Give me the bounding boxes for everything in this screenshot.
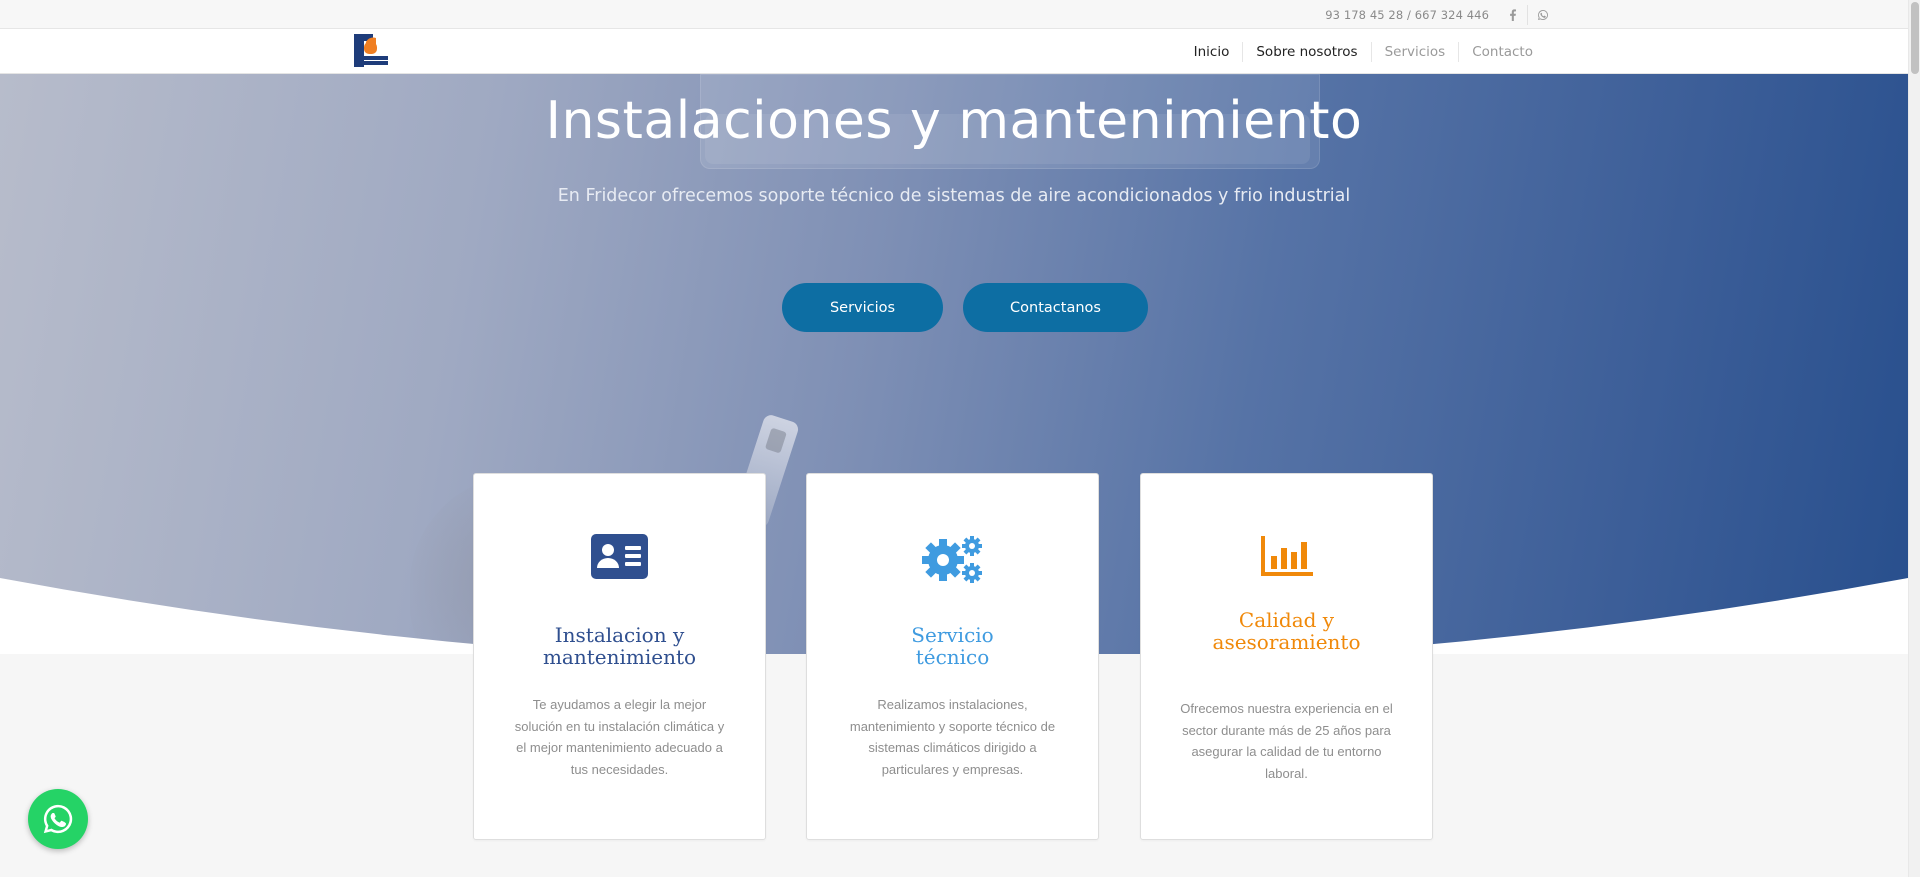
feature-card-title-line2: técnico — [915, 645, 990, 669]
feature-card-icon-wrap — [474, 534, 765, 590]
facebook-link[interactable] — [1498, 5, 1528, 25]
text-line: tus necesidades. — [570, 761, 669, 777]
nav-servicios[interactable]: Servicios — [1370, 41, 1459, 62]
bar-chart-icon — [1260, 536, 1313, 576]
feature-card-title-line1: Servicio — [911, 623, 994, 647]
text-line: mantenimiento y soporte técnico de — [849, 718, 1056, 734]
feature-card-title: Calidad y asesoramiento — [1141, 609, 1432, 653]
nav-sobre-nosotros[interactable]: Sobre nosotros — [1242, 41, 1370, 62]
text-line: sector durante más de 25 años para — [1182, 722, 1391, 738]
text-line: sistemas climáticos dirigido a — [868, 740, 1037, 755]
gears-icon — [921, 536, 982, 583]
feature-card-icon-wrap — [807, 534, 1098, 590]
feature-card-title: Servicio técnico — [807, 624, 1098, 668]
whatsapp-link[interactable] — [1528, 5, 1558, 25]
feature-card-title-line1: Calidad y — [1238, 608, 1335, 632]
top-info-bar: 93 178 45 28 / 667 324 446 — [0, 0, 1908, 29]
feature-card-title-line2: asesoramiento — [1212, 630, 1361, 654]
id-card-icon — [591, 534, 648, 579]
feature-card-calidad: Calidad y asesoramiento Ofrecemos nuestr… — [1140, 473, 1433, 840]
contactanos-button[interactable]: Contactanos — [963, 283, 1148, 332]
text-line: particulares y empresas. — [881, 761, 1024, 777]
hero-subtitle: En Fridecor ofrecemos soporte técnico de… — [557, 186, 1351, 206]
fridecor-logo[interactable] — [351, 32, 389, 69]
servicios-button[interactable]: Servicios — [782, 283, 943, 332]
feature-card-icon-wrap — [1141, 534, 1432, 590]
feature-card-text: Realizamos instalaciones, mantenimiento … — [847, 694, 1058, 780]
whatsapp-icon — [1538, 9, 1549, 20]
text-line: asegurar la calidad de tu entorno — [1191, 744, 1382, 759]
text-line: el mejor mantenimiento adecuado a — [516, 740, 723, 755]
facebook-icon — [1509, 9, 1516, 21]
nav-inicio[interactable]: Inicio — [1181, 42, 1243, 62]
nav-contacto[interactable]: Contacto — [1458, 41, 1546, 62]
text-line: Realizamos instalaciones, — [877, 697, 1028, 712]
main-navigation: Inicio Sobre nosotros Servicios Contacto — [1181, 29, 1546, 74]
whatsapp-chat-button[interactable] — [28, 789, 88, 849]
text-line: laboral. — [1265, 765, 1308, 781]
feature-card-instalacion: Instalacion y mantenimiento Te ayudamos … — [473, 473, 766, 840]
page-scrollbar[interactable] — [1908, 0, 1920, 877]
phone-numbers: 93 178 45 28 / 667 324 446 — [1325, 8, 1489, 22]
whatsapp-icon — [43, 804, 73, 834]
text-line: Te ayudamos a elegir la mejor — [532, 697, 707, 712]
text-line: solución en tu instalación climática y — [514, 718, 725, 734]
text-line: Ofrecemos nuestra experiencia en el — [1180, 701, 1393, 716]
scrollbar-thumb[interactable] — [1911, 2, 1919, 74]
feature-card-title-line1: Instalacion y — [554, 623, 685, 647]
feature-card-title-line2: mantenimiento — [542, 645, 697, 669]
feature-card-servicio: Servicio técnico Realizamos instalacione… — [806, 473, 1099, 840]
site-header: Inicio Sobre nosotros Servicios Contacto — [0, 29, 1908, 74]
hero-title: Instalaciones y mantenimiento — [545, 91, 1363, 151]
feature-card-title: Instalacion y mantenimiento — [474, 624, 765, 668]
feature-card-text: Te ayudamos a elegir la mejor solución e… — [514, 694, 725, 780]
feature-card-text: Ofrecemos nuestra experiencia en el sect… — [1177, 698, 1396, 784]
